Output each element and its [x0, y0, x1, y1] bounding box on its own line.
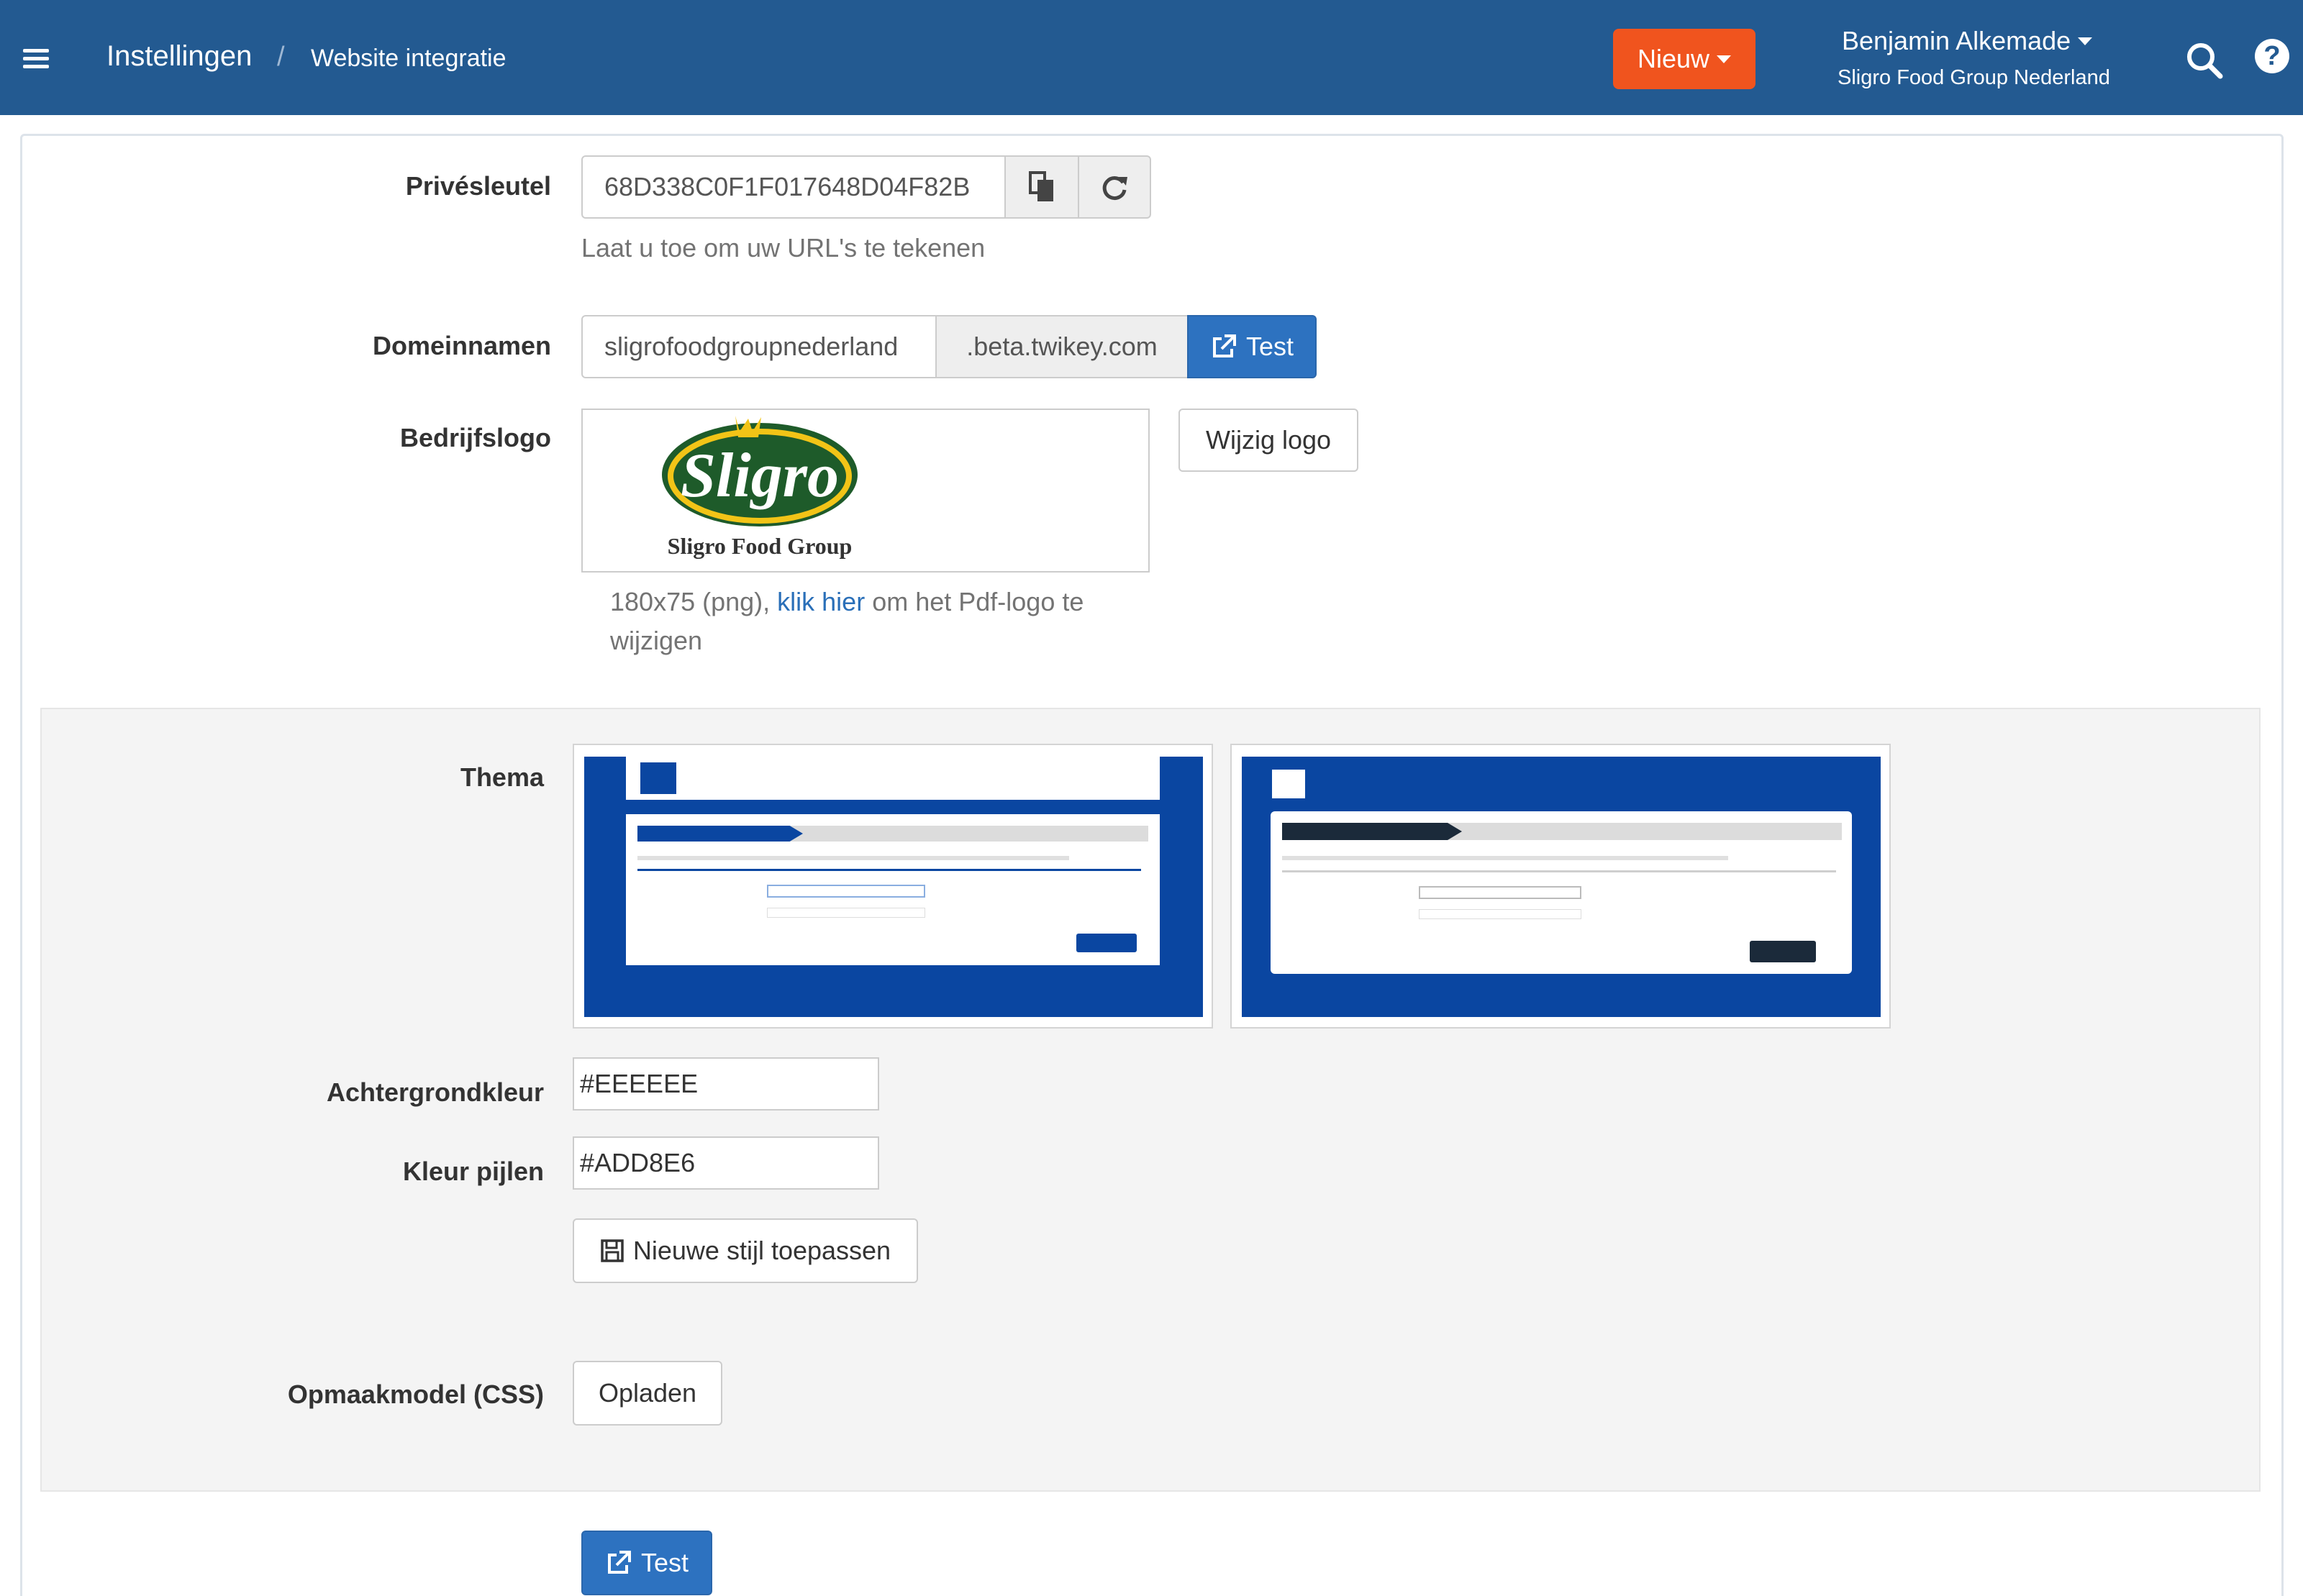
new-button[interactable]: Nieuw: [1613, 29, 1755, 89]
hamburger-icon[interactable]: [23, 49, 49, 69]
apply-style-button[interactable]: Nieuwe stijl toepassen: [573, 1218, 918, 1283]
test-button-label: Test: [640, 1548, 689, 1577]
sligro-logo: Sligro Sligro Food Group: [662, 416, 858, 559]
refresh-key-button[interactable]: [1078, 155, 1151, 219]
upload-css-button[interactable]: Opladen: [573, 1361, 722, 1426]
copy-key-button[interactable]: [1004, 155, 1079, 219]
private-key-field[interactable]: 68D338C0F1F017648D04F82B: [581, 155, 1006, 219]
private-key-help: Laat u toe om uw URL's te tekenen: [581, 233, 986, 263]
chevron-down-icon: [2078, 37, 2093, 45]
help-icon[interactable]: ?: [2255, 39, 2289, 73]
logo-label: Bedrijfslogo: [399, 423, 551, 452]
pdf-logo-link[interactable]: klik hier: [777, 587, 865, 616]
svg-text:Sligro Food Group: Sligro Food Group: [668, 533, 853, 559]
theme-option-1[interactable]: [573, 744, 1213, 1029]
top-navbar: Instellingen / Website integratie Nieuw …: [0, 0, 2303, 115]
refresh-icon: [1102, 176, 1127, 201]
breadcrumb-current: Website integratie: [311, 45, 507, 72]
theme-option-2[interactable]: [1230, 744, 1891, 1029]
copy-icon: [1029, 171, 1053, 201]
save-icon: [601, 1239, 624, 1262]
user-menu[interactable]: Benjamin Alkemade: [1842, 26, 2093, 56]
theme-preview-1: [584, 757, 1203, 1017]
company-logo-box: Sligro Sligro Food Group: [581, 409, 1150, 573]
breadcrumb-home[interactable]: Instellingen: [106, 40, 252, 73]
arrow-color-input[interactable]: #ADD8E6: [573, 1136, 879, 1190]
background-color-label: Achtergrondkleur: [326, 1077, 544, 1107]
test-button[interactable]: Test: [581, 1531, 712, 1595]
logo-help: 180x75 (png), klik hier om het Pdf-logo …: [610, 587, 1084, 655]
domain-test-label: Test: [1245, 332, 1294, 361]
arrow-color-label: Kleur pijlen: [402, 1157, 544, 1186]
external-link-icon: [1212, 334, 1236, 357]
change-logo-button[interactable]: Wijzig logo: [1178, 409, 1358, 472]
breadcrumb-separator: /: [277, 42, 285, 72]
user-name: Benjamin Alkemade: [1842, 26, 2071, 55]
domain-suffix: .beta.twikey.com: [935, 315, 1189, 378]
theme-label: Thema: [460, 762, 544, 792]
theme-preview-2: [1242, 757, 1881, 1017]
chevron-down-icon: [1717, 55, 1732, 63]
search-icon[interactable]: [2184, 40, 2225, 81]
domain-input[interactable]: sligrofoodgroupnederland: [581, 315, 937, 378]
domain-test-button[interactable]: Test: [1187, 315, 1317, 378]
domain-label: Domeinnamen: [372, 331, 551, 360]
user-organization: Sligro Food Group Nederland: [1838, 66, 2110, 89]
svg-text:Sligro: Sligro: [681, 441, 839, 511]
new-button-label: Nieuw: [1637, 44, 1710, 73]
css-label: Opmaakmodel (CSS): [287, 1380, 544, 1409]
private-key-label: Privésleutel: [405, 171, 551, 201]
background-color-input[interactable]: #EEEEEE: [573, 1057, 879, 1111]
apply-style-label: Nieuwe stijl toepassen: [632, 1236, 891, 1265]
external-link-icon: [607, 1551, 631, 1574]
